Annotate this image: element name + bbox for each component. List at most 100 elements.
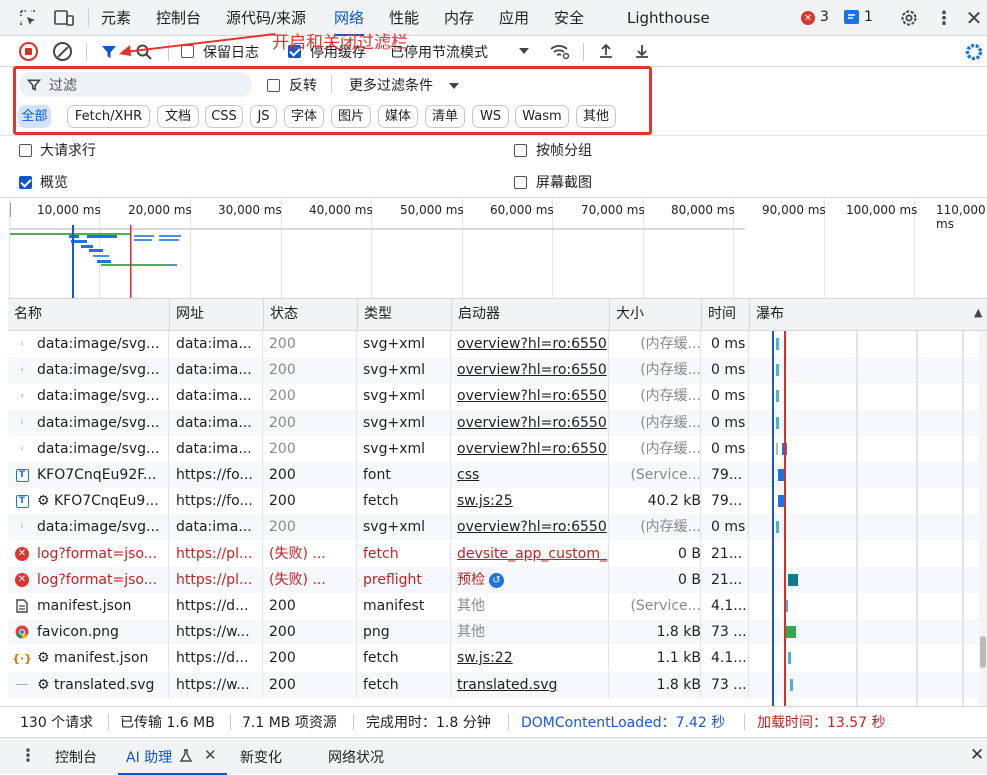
table-row[interactable]: ✕ log?format=jso... https://pl... (失败) ... f… [8,540,979,567]
cell-initiator[interactable]: 其他 [457,593,609,619]
cell-initiator[interactable]: sw.js:22 [457,645,609,671]
table-row[interactable]: ‹ data:image/svg... data:ima... 200 svg+xml o… [8,357,979,384]
chip-font[interactable]: 字体 [284,105,324,128]
tab-application[interactable]: 应用 [499,0,529,36]
error-count[interactable]: 3 [820,9,829,25]
network-settings-gear-icon[interactable] [963,41,985,63]
cell-initiator[interactable]: overview?hl=ro:6550 [457,514,609,540]
chip-all[interactable]: 全部 [18,105,51,128]
settings-gear-icon[interactable] [898,7,920,29]
column-divider [608,593,609,619]
overview-label[interactable]: 概览 [40,172,68,192]
close-drawer-icon[interactable]: ✕ [970,745,984,765]
chip-css[interactable]: CSS [205,105,243,128]
close-tab-icon[interactable]: ✕ [204,746,217,764]
table-row[interactable]: manifest.json https://d... 200 manifest 其他 (S… [8,593,979,619]
column-type[interactable]: 类型 [358,299,452,330]
table-row[interactable]: ‹ data:image/svg... data:ima... 200 svg+xml o… [8,514,979,541]
table-row[interactable]: ‹ data:image/svg... data:ima... 200 svg+xml o… [8,435,979,462]
table-row[interactable]: {·} ⚙ manifest.json https://d... 200 fetch sw… [8,645,979,672]
chip-ws[interactable]: WS [472,105,509,128]
drawer-menu-icon[interactable]: ⋮ [20,746,37,766]
clear-icon[interactable] [53,42,72,61]
cell-status: 200 [269,598,296,614]
chip-js[interactable]: JS [250,105,277,128]
cell-initiator[interactable]: 预检 [457,567,609,593]
cell-initiator[interactable]: devsite_app_custom_ [457,541,609,567]
chip-doc[interactable]: 文档 [157,105,199,128]
chip-media[interactable]: 媒体 [378,105,418,128]
column-time[interactable]: 时间 [702,299,750,330]
cell-initiator[interactable]: overview?hl=ro:6550 [457,383,609,409]
record-stop-icon[interactable] [19,42,38,61]
inspect-element-icon[interactable] [18,8,38,28]
overview-checkbox[interactable] [19,174,32,190]
cell-url: https://w... [176,676,250,693]
column-size[interactable]: 大小 [610,299,702,330]
drawer-tab-network-conditions[interactable]: 网络状况 [328,747,384,767]
chip-wasm[interactable]: Wasm [515,105,569,128]
error-icon[interactable]: ✕ [801,11,815,25]
column-url[interactable]: 网址 [170,299,264,330]
chevron-down-icon[interactable] [518,45,530,57]
scrollbar[interactable] [979,331,987,706]
cell-initiator[interactable]: overview?hl=ro:6550 [457,436,609,462]
more-options-icon[interactable]: ⋮ [934,7,954,29]
timeline-tick: 40,000 ms [309,203,373,217]
invert-checkbox[interactable] [267,77,280,93]
tab-memory[interactable]: 内存 [444,0,474,36]
cell-initiator[interactable]: overview?hl=ro:6550 [457,410,609,436]
column-waterfall[interactable]: 瀑布 [750,299,979,330]
filter-input[interactable]: 过滤 [19,72,252,97]
table-row[interactable]: T ⚙ KFO7CnqEu9... https://fo... 200 fetch sw.… [8,488,979,515]
column-status[interactable]: 状态 [264,299,358,330]
drawer-tab-whats-new[interactable]: 新变化 [240,747,282,767]
cell-initiator[interactable]: css [457,462,609,488]
message-icon[interactable] [844,10,859,24]
table-row[interactable]: ⚙ translated.svg https://w... 200 fetch tran… [8,671,979,698]
chip-fetch-xhr[interactable]: Fetch/XHR [67,105,150,128]
column-initiator[interactable]: 启动器 [452,299,610,330]
sort-ascending-icon[interactable]: ▲ [974,306,982,319]
network-conditions-wifi-icon[interactable] [549,41,571,61]
chip-manifest[interactable]: 清单 [425,105,465,128]
big-request-rows-label[interactable]: 大请求行 [40,140,96,160]
invert-label[interactable]: 反转 [289,75,317,95]
table-row[interactable]: T KFO7CnqEu92F... https://fo... 200 font css (… [8,462,979,488]
import-har-upload-icon[interactable] [596,41,616,61]
drawer-tab-ai-assistant[interactable]: AI 助理 ✕ [118,738,227,775]
screenshots-label[interactable]: 屏幕截图 [536,172,592,192]
drawer-tab-console[interactable]: 控制台 [55,747,97,767]
tab-security[interactable]: 安全 [554,0,584,36]
message-count[interactable]: 1 [864,9,873,25]
more-filters-dropdown[interactable]: 更多过滤条件 [349,75,433,95]
cell-initiator[interactable]: overview?hl=ro:6550 [457,331,609,357]
group-by-frame-checkbox[interactable] [514,142,527,158]
close-devtools-icon[interactable]: ✕ [963,6,985,30]
table-row[interactable]: ‹ data:image/svg... data:ima... 200 svg+xml o… [8,331,979,357]
device-toolbar-icon[interactable] [53,8,75,28]
column-divider [356,671,357,698]
cell-initiator[interactable]: sw.js:25 [457,488,609,514]
column-divider [748,619,749,646]
timeline-tick: 70,000 ms [581,203,645,217]
cell-initiator[interactable]: 其他 [457,619,609,645]
screenshots-checkbox[interactable] [514,174,527,190]
table-row[interactable]: ✕ log?format=jso... https://pl... (失败) ... p… [8,566,979,593]
scrollbar-thumb[interactable] [980,636,986,668]
column-divider [262,409,263,436]
chip-img[interactable]: 图片 [331,105,371,128]
chip-other[interactable]: 其他 [576,105,616,128]
table-row[interactable]: ‹ data:image/svg... data:ima... 200 svg+xml o… [8,383,979,410]
column-name[interactable]: 名称 [8,299,170,330]
table-row[interactable]: ‹ data:image/svg... data:ima... 200 svg+xml o… [8,409,979,436]
table-row[interactable]: favicon.png https://w... 200 png 其他 1.8 kB 73 … [8,619,979,646]
cell-initiator[interactable]: overview?hl=ro:6550 [457,357,609,383]
export-har-download-icon[interactable] [632,41,652,61]
group-by-frame-label[interactable]: 按帧分组 [536,140,592,160]
big-request-rows-checkbox[interactable] [19,142,32,158]
preflight-link-icon[interactable]: ↺ [489,572,504,588]
cell-initiator[interactable]: translated.svg [457,672,609,698]
chevron-down-icon[interactable] [448,81,460,91]
tab-lighthouse[interactable]: Lighthouse [627,0,710,36]
